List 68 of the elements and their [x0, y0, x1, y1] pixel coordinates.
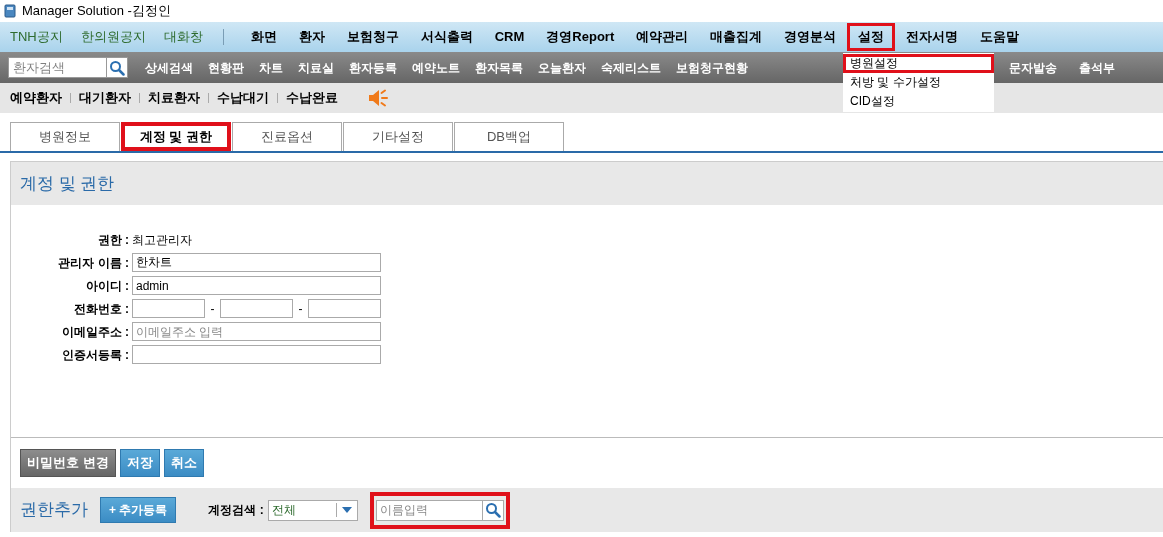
menu-item[interactable]: 보험청구: [335, 23, 410, 51]
input-field[interactable]: [132, 345, 381, 364]
toolbar-item[interactable]: 상세검색: [145, 58, 193, 77]
tab[interactable]: 진료옵션: [232, 122, 342, 151]
input-field[interactable]: 한차트: [132, 253, 381, 272]
name-search-field[interactable]: 이름입력: [375, 499, 482, 521]
field-label: 인증서등록 :: [60, 346, 130, 364]
menu-item[interactable]: 경영Report: [535, 23, 626, 51]
toolbar-item[interactable]: 현황판: [208, 58, 244, 77]
status-link[interactable]: 수납완료: [286, 88, 338, 108]
menu-item[interactable]: 전자서명: [895, 23, 970, 51]
toolbar-item[interactable]: 출석부: [1079, 58, 1115, 77]
input-field[interactable]: admin: [132, 276, 381, 295]
notice-link[interactable]: 대화창: [163, 27, 203, 47]
toolbar-item[interactable]: 환자목록: [475, 58, 523, 77]
menu-item[interactable]: CRM: [483, 23, 536, 51]
input-field[interactable]: 이메일주소 입력: [132, 322, 381, 341]
menu-item[interactable]: 예약관리: [625, 23, 700, 51]
search-icon[interactable]: [481, 499, 504, 521]
dropdown-item[interactable]: 병원설정: [843, 54, 994, 73]
tab[interactable]: 기타설정: [343, 122, 453, 151]
status-link[interactable]: 대기환자: [79, 88, 131, 108]
menu-item[interactable]: 환자: [287, 23, 336, 51]
toolbar-item[interactable]: 환자등록: [349, 58, 397, 77]
toolbar-item[interactable]: 예약노트: [412, 58, 460, 77]
menu-item[interactable]: 화면: [239, 23, 288, 51]
phone-field[interactable]: [308, 299, 381, 318]
search-icon[interactable]: [106, 57, 128, 78]
toolbar-item[interactable]: 보험청구현황: [676, 58, 748, 77]
toolbar-item[interactable]: 차트: [259, 58, 283, 77]
menu-item[interactable]: 도움말: [969, 23, 1031, 51]
field-label: 권한 :: [96, 231, 130, 249]
status-link[interactable]: 수납대기: [217, 88, 269, 108]
field-label: 전화번호 :: [72, 300, 130, 318]
phone-field[interactable]: [132, 299, 205, 318]
phone-field[interactable]: [220, 299, 293, 318]
section-title: 계정 및 권한: [20, 172, 115, 195]
window-title: Manager Solution -김정인: [22, 2, 171, 21]
search-field[interactable]: 환자검색: [8, 57, 106, 78]
status-link[interactable]: 치료환자: [148, 88, 200, 108]
field-label: 관리자 이름 :: [57, 254, 130, 272]
phone-separator: -: [209, 300, 216, 318]
search-label: 계정검색 :: [208, 502, 264, 519]
toolbar-item[interactable]: 숙제리스트: [601, 58, 661, 77]
field-label: 이메일주소 :: [60, 323, 130, 341]
menu-item[interactable]: 매출집계: [699, 23, 774, 51]
speaker-icon[interactable]: [368, 89, 388, 107]
app-icon: [4, 4, 16, 18]
menu-item[interactable]: 서식출력: [409, 23, 484, 51]
menu-item[interactable]: 설정: [847, 23, 896, 51]
toolbar-item[interactable]: 오늘환자: [538, 58, 586, 77]
notice-link[interactable]: 한의원공지: [80, 27, 146, 47]
section-title: 권한추가: [20, 499, 88, 522]
phone-separator: -: [297, 300, 304, 318]
tab[interactable]: 계정 및 권한: [121, 122, 231, 151]
toolbar-item[interactable]: 문자발송: [1009, 58, 1057, 77]
dropdown-item[interactable]: 처방 및 수가설정: [843, 73, 994, 92]
status-link[interactable]: 예약환자: [10, 88, 62, 108]
form-button[interactable]: 비밀번호 변경: [20, 449, 116, 477]
account-select[interactable]: 전체: [267, 499, 358, 521]
tab[interactable]: DB백업: [454, 122, 564, 151]
notice-link[interactable]: TNH공지: [10, 27, 63, 47]
tab[interactable]: 병원정보: [10, 122, 120, 151]
menu-item[interactable]: 경영분석: [773, 23, 848, 51]
field-label: 아이디 :: [84, 277, 130, 295]
toolbar-item[interactable]: 치료실: [298, 58, 334, 77]
field-value: 최고관리자: [132, 231, 192, 249]
dropdown-item[interactable]: CID설정: [843, 92, 994, 111]
